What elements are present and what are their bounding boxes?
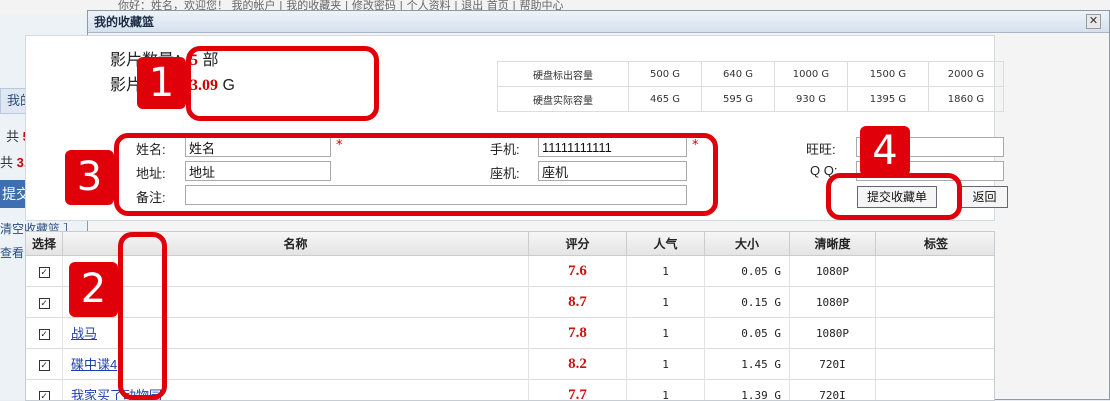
movie-size: 1.39 G — [705, 380, 790, 401]
capacity-row-label: 硬盘实际容量 — [498, 87, 629, 112]
annotation-badge-2: 2 — [69, 262, 118, 317]
col-header-score: 评分 — [529, 232, 627, 256]
movie-score: 7.8 — [529, 318, 627, 349]
capacity-table: 硬盘标出容量 500 G 640 G 1000 G 1500 G 2000 G … — [497, 61, 1004, 112]
table-row: ✓我家买了动物园7.711.39 G720I — [26, 380, 995, 401]
movie-popularity: 1 — [627, 380, 705, 401]
movie-size: 0.15 G — [705, 287, 790, 318]
movie-score: 8.7 — [529, 287, 627, 318]
capacity-cell: 1860 G — [929, 87, 1004, 112]
capacity-cell: 640 G — [702, 62, 775, 87]
movie-score: 8.2 — [529, 349, 627, 380]
movie-size: 1.45 G — [705, 349, 790, 380]
callout-box-form — [114, 133, 718, 216]
movie-score: 7.6 — [529, 256, 627, 287]
col-header-select: 选择 — [26, 232, 63, 256]
table-row: ✓雨果7.610.05 G1080P — [26, 256, 995, 287]
annotation-badge-3: 3 — [65, 150, 114, 205]
table-row: ✓碟中谍48.211.45 G720I — [26, 349, 995, 380]
capacity-cell: 595 G — [702, 87, 775, 112]
capacity-cell: 1000 G — [775, 62, 848, 87]
movie-quality: 720I — [790, 349, 876, 380]
capacity-cell: 2000 G — [929, 62, 1004, 87]
movie-tag — [876, 287, 995, 318]
select-cell: ✓ — [26, 318, 63, 349]
select-checkbox[interactable]: ✓ — [39, 360, 50, 371]
dialog-title: 我的收藏篮 — [88, 11, 1109, 33]
select-cell: ✓ — [26, 349, 63, 380]
movie-popularity: 1 — [627, 318, 705, 349]
movie-popularity: 1 — [627, 256, 705, 287]
callout-box-submit — [826, 173, 962, 220]
select-cell: ✓ — [26, 256, 63, 287]
back-button[interactable]: 返回 — [961, 186, 1008, 208]
select-cell: ✓ — [26, 287, 63, 318]
movie-tag — [876, 349, 995, 380]
capacity-row-label: 硬盘标出容量 — [498, 62, 629, 87]
annotation-badge-1: 1 — [137, 57, 186, 109]
movie-tag — [876, 256, 995, 287]
movie-score: 7.7 — [529, 380, 627, 401]
callout-box-stats — [186, 46, 379, 121]
movie-quality: 1080P — [790, 256, 876, 287]
wangwang-label: 旺旺: — [806, 139, 836, 158]
capacity-cell: 1395 G — [848, 87, 929, 112]
annotation-badge-4: 4 — [860, 126, 910, 176]
table-row: ✓战马7.810.05 G1080P — [26, 318, 995, 349]
select-checkbox[interactable]: ✓ — [39, 267, 50, 278]
col-header-quality: 清晰度 — [790, 232, 876, 256]
movie-quality: 1080P — [790, 287, 876, 318]
movie-popularity: 1 — [627, 349, 705, 380]
col-header-size: 大小 — [705, 232, 790, 256]
col-header-popularity: 人气 — [627, 232, 705, 256]
capacity-cell: 1500 G — [848, 62, 929, 87]
movie-size: 0.05 G — [705, 318, 790, 349]
movie-tag — [876, 380, 995, 401]
capacity-cell: 465 G — [629, 87, 702, 112]
movie-size: 0.05 G — [705, 256, 790, 287]
table-row: ✓萤火之森8.710.15 G1080P — [26, 287, 995, 318]
select-checkbox[interactable]: ✓ — [39, 329, 50, 340]
movie-quality: 720I — [790, 380, 876, 401]
select-checkbox[interactable]: ✓ — [39, 298, 50, 309]
movie-popularity: 1 — [627, 287, 705, 318]
callout-box-select — [118, 232, 167, 400]
movie-quality: 1080P — [790, 318, 876, 349]
close-icon[interactable]: ✕ — [1086, 14, 1101, 29]
select-cell: ✓ — [26, 380, 63, 401]
movie-list: 选择 名称 评分 人气 大小 清晰度 标签 ✓雨果7.610.05 G1080P… — [25, 231, 995, 401]
select-checkbox[interactable]: ✓ — [39, 391, 50, 401]
capacity-cell: 930 G — [775, 87, 848, 112]
col-header-tag: 标签 — [876, 232, 995, 256]
capacity-row-labeled: 硬盘标出容量 500 G 640 G 1000 G 1500 G 2000 G — [498, 62, 1004, 87]
capacity-row-actual: 硬盘实际容量 465 G 595 G 930 G 1395 G 1860 G — [498, 87, 1004, 112]
movie-tag — [876, 318, 995, 349]
capacity-cell: 500 G — [629, 62, 702, 87]
